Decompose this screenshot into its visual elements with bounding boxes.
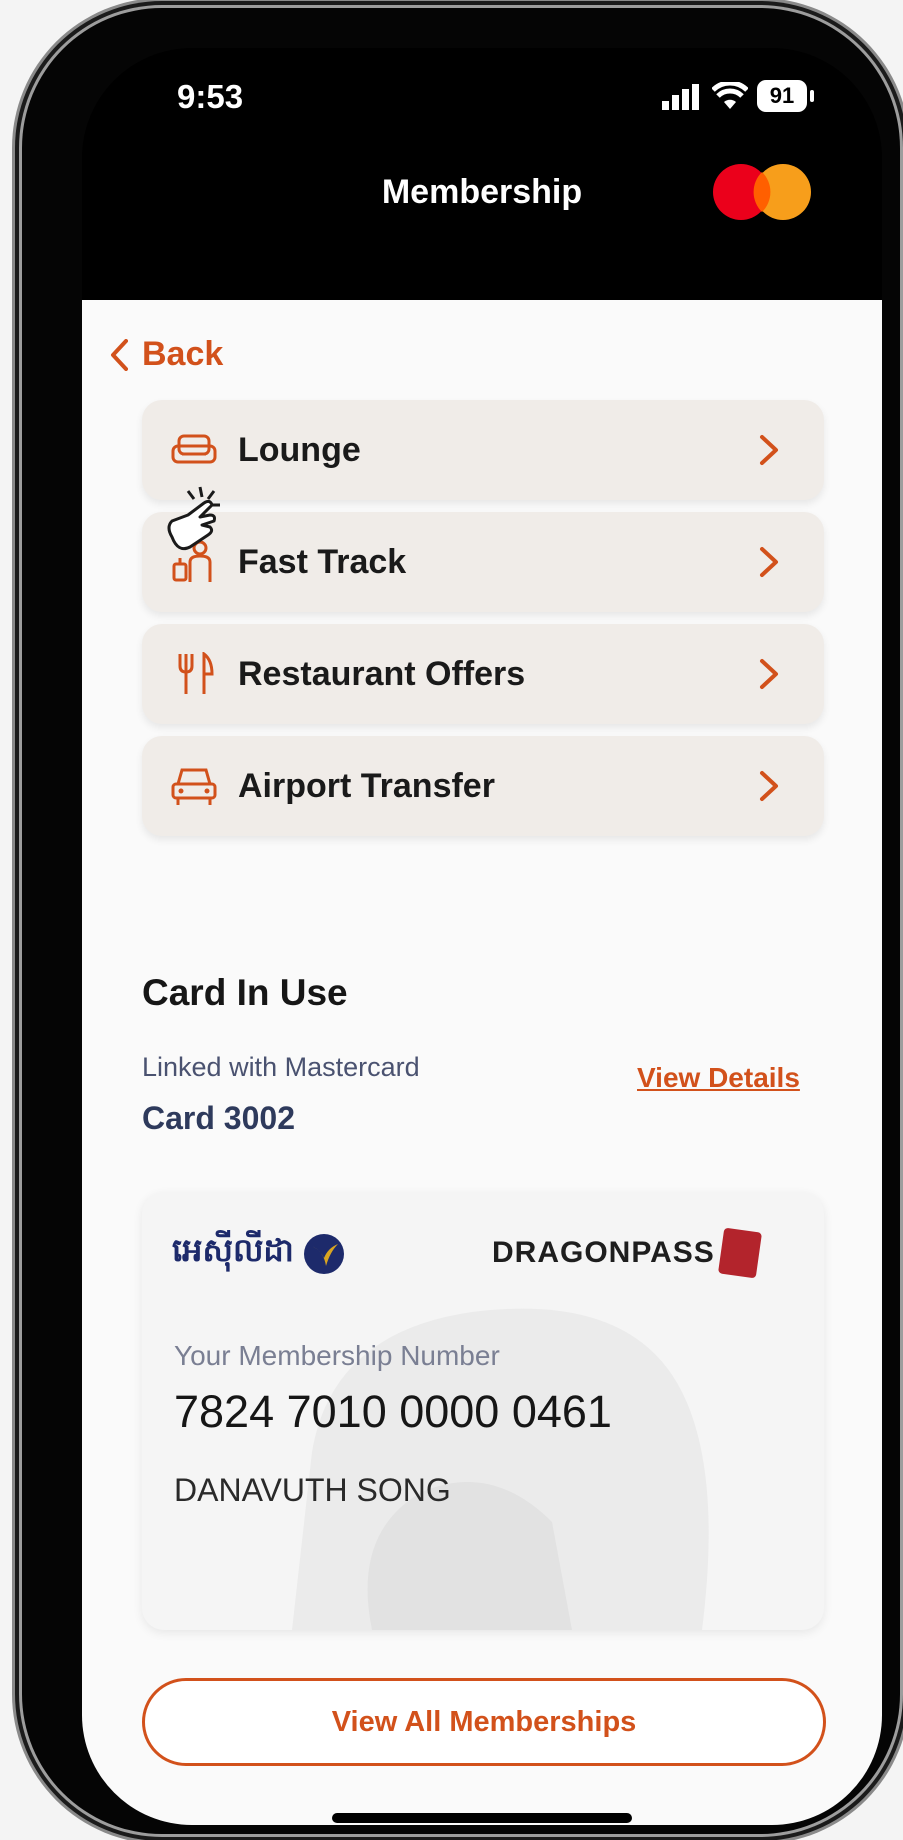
back-label: Back bbox=[142, 335, 224, 373]
menu-item-restaurant-offers[interactable]: Restaurant Offers bbox=[142, 624, 824, 724]
view-all-memberships-button[interactable]: View All Memberships bbox=[142, 1678, 826, 1766]
signal-icon bbox=[662, 84, 699, 110]
bank-logo: អេស៊ីលីដា bbox=[172, 1230, 346, 1277]
bank-emblem-icon bbox=[303, 1233, 344, 1274]
dragonpass-logo-text: DRAGONPASS bbox=[492, 1236, 715, 1269]
sofa-icon bbox=[171, 434, 217, 464]
chevron-right-icon bbox=[760, 659, 778, 689]
membership-number: 7824 7010 0000 0461 bbox=[174, 1386, 612, 1437]
elephant-watermark-icon bbox=[292, 1308, 709, 1630]
menu-item-fast-track[interactable]: Fast Track bbox=[142, 512, 824, 612]
dragonpass-logo: DRAGONPASS bbox=[492, 1227, 762, 1279]
chevron-left-icon bbox=[111, 338, 128, 371]
bank-logo-text: អេស៊ីលីដា bbox=[172, 1231, 294, 1269]
membership-number-label: Your Membership Number bbox=[174, 1340, 500, 1371]
linked-card-number: Card 3002 bbox=[142, 1100, 295, 1136]
status-icons: 91 bbox=[662, 78, 822, 118]
card-in-use-title: Card In Use bbox=[142, 972, 348, 1013]
phone-screen: 9:53 91 Membership Back Lounge Fast Trac… bbox=[82, 48, 882, 1825]
chevron-right-icon bbox=[760, 771, 778, 801]
menu-item-label: Airport Transfer bbox=[238, 766, 495, 805]
mastercard-logo-icon bbox=[713, 164, 811, 220]
chevron-right-icon bbox=[760, 547, 778, 577]
view-details-link[interactable]: View Details bbox=[637, 1062, 800, 1094]
battery-tip bbox=[810, 90, 814, 102]
menu-item-label: Lounge bbox=[238, 430, 361, 469]
battery-indicator: 91 bbox=[757, 80, 807, 112]
home-indicator[interactable] bbox=[332, 1813, 632, 1823]
linked-card-text: Linked with Mastercard bbox=[142, 1052, 420, 1082]
card-holder-name: DANAVUTH SONG bbox=[174, 1472, 451, 1508]
membership-card: អេស៊ីលីដា DRAGONPASS Your Membership Num… bbox=[142, 1192, 824, 1630]
menu-item-airport-transfer[interactable]: Airport Transfer bbox=[142, 736, 824, 836]
fork-knife-icon bbox=[178, 652, 214, 694]
menu-item-label: Fast Track bbox=[238, 542, 407, 581]
wifi-icon bbox=[712, 82, 748, 109]
chevron-right-icon bbox=[760, 435, 778, 465]
menu-item-label: Restaurant Offers bbox=[238, 654, 526, 693]
status-time: 9:53 bbox=[177, 78, 244, 115]
tap-hand-cursor-icon bbox=[167, 486, 220, 551]
car-icon bbox=[171, 768, 217, 805]
menu-item-lounge[interactable]: Lounge bbox=[142, 400, 824, 500]
phone-frame: 9:53 91 Membership Back Lounge Fast Trac… bbox=[22, 8, 900, 1834]
back-button[interactable]: Back bbox=[110, 335, 223, 374]
dragonpass-badge-icon bbox=[717, 1227, 762, 1279]
